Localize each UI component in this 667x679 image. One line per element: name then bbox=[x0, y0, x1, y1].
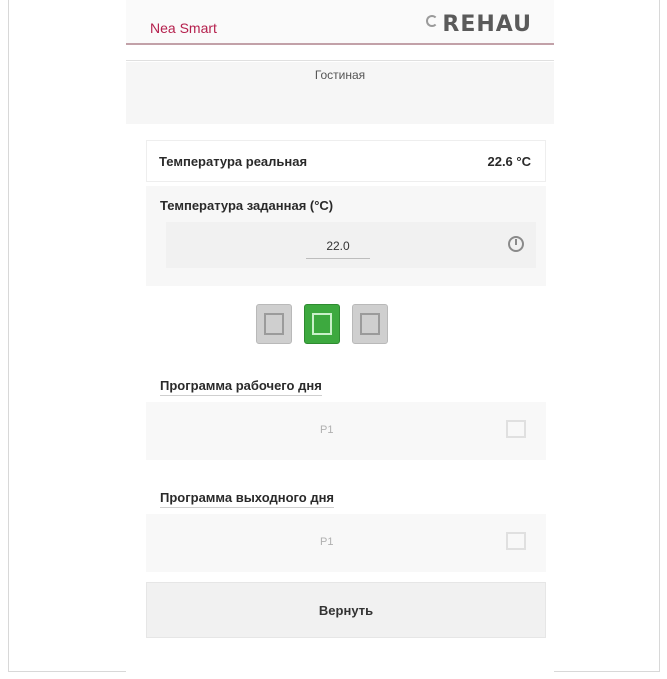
actual-temperature-value: 22.6 °C bbox=[487, 154, 531, 169]
calendar-icon[interactable] bbox=[506, 532, 526, 550]
workday-program-label: Программа рабочего дня bbox=[160, 378, 322, 396]
logo-mark-icon bbox=[426, 15, 439, 27]
room-bar: Гостиная bbox=[126, 62, 554, 124]
program-mode-icon bbox=[312, 313, 332, 335]
actual-temperature-label: Температура реальная bbox=[159, 154, 308, 169]
set-temperature-section: Температура заданная (°C) bbox=[146, 186, 546, 286]
set-temperature-row bbox=[166, 222, 536, 268]
weekend-program-value: P1 bbox=[320, 536, 334, 548]
workday-program-value: P1 bbox=[320, 424, 334, 436]
logo-text: REHAU bbox=[442, 12, 532, 37]
weekend-program-section: Программа выходного дня P1 bbox=[146, 482, 546, 582]
holiday-mode-icon bbox=[360, 313, 380, 335]
weekend-program-row[interactable]: P1 bbox=[146, 514, 546, 572]
mode-manual-button[interactable] bbox=[256, 304, 292, 344]
app-title: Nea Smart bbox=[150, 20, 217, 36]
app-header: Nea Smart REHAU bbox=[126, 0, 554, 45]
manual-mode-icon bbox=[264, 313, 284, 335]
edit-program-icon[interactable] bbox=[506, 420, 526, 438]
set-temperature-input[interactable] bbox=[306, 234, 370, 259]
mode-buttons bbox=[256, 304, 388, 344]
set-temperature-label: Температура заданная (°C) bbox=[160, 198, 334, 213]
room-name: Гостиная bbox=[314, 68, 366, 82]
app-screen: Nea Smart REHAU Гостиная Температура реа… bbox=[126, 0, 554, 672]
workday-program-row[interactable]: P1 bbox=[146, 402, 546, 460]
mode-holiday-button[interactable] bbox=[352, 304, 388, 344]
mode-program-button[interactable] bbox=[304, 304, 340, 344]
actual-temperature-row: Температура реальная 22.6 °C bbox=[146, 140, 546, 182]
weekend-program-label: Программа выходного дня bbox=[160, 490, 335, 508]
header-divider bbox=[126, 43, 554, 45]
clock-icon[interactable] bbox=[508, 236, 524, 252]
rehau-logo: REHAU bbox=[426, 12, 532, 37]
workday-program-section: Программа рабочего дня P1 bbox=[146, 370, 546, 470]
header-divider-light bbox=[126, 60, 554, 61]
reset-button[interactable]: Вернуть bbox=[146, 582, 546, 638]
